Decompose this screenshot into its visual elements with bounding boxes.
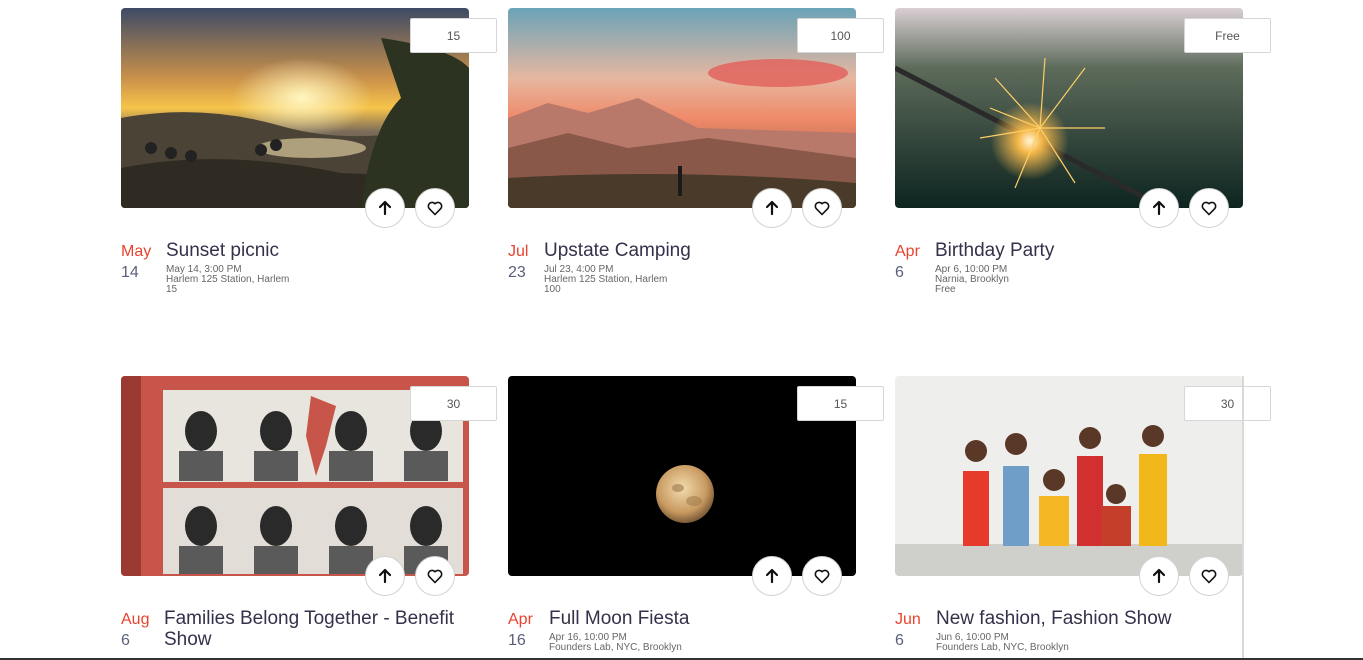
event-cost: 100 bbox=[544, 284, 561, 295]
heart-icon bbox=[1201, 201, 1217, 216]
arrow-up-icon bbox=[378, 568, 392, 584]
price-tag: 15 bbox=[410, 18, 497, 53]
event-card[interactable]: 100 Jul 23 Upstate Camping Jul 23, 4:00 … bbox=[508, 8, 884, 320]
price-tag: 100 bbox=[797, 18, 884, 53]
upvote-button[interactable] bbox=[752, 556, 792, 596]
event-photo[interactable]: 30 bbox=[121, 376, 497, 596]
event-title[interactable]: Upstate Camping bbox=[544, 240, 854, 261]
upvote-button[interactable] bbox=[365, 556, 405, 596]
event-day: 6 bbox=[895, 264, 904, 281]
favorite-button[interactable] bbox=[1189, 556, 1229, 596]
event-meta: May 14, 3:00 PM Harlem 125 Station, Harl… bbox=[166, 265, 466, 295]
event-location: Harlem 125 Station, Harlem bbox=[166, 274, 290, 285]
upvote-button[interactable] bbox=[1139, 556, 1179, 596]
event-month: Apr bbox=[508, 611, 533, 628]
event-month: Apr bbox=[895, 243, 920, 260]
event-date: May 14 bbox=[121, 243, 161, 285]
price-tag: Free bbox=[1184, 18, 1271, 53]
event-title[interactable]: Full Moon Fiesta bbox=[549, 608, 854, 629]
event-photo[interactable]: 15 bbox=[121, 8, 497, 228]
event-photo[interactable]: 100 bbox=[508, 8, 884, 228]
heart-icon bbox=[814, 569, 830, 584]
event-day: 14 bbox=[121, 264, 139, 281]
favorite-button[interactable] bbox=[802, 556, 842, 596]
event-title[interactable]: Sunset picnic bbox=[166, 240, 466, 261]
favorite-button[interactable] bbox=[1189, 188, 1229, 228]
divider bbox=[1242, 376, 1244, 660]
event-date: Jun 6 bbox=[895, 611, 935, 653]
event-card[interactable]: 30 Jun 6 New fashion, Fashion Show Jun 6… bbox=[895, 376, 1271, 660]
event-location: Founders Lab, NYC, Brooklyn bbox=[936, 642, 1069, 653]
arrow-up-icon bbox=[378, 200, 392, 216]
event-day: 6 bbox=[121, 632, 130, 649]
heart-icon bbox=[427, 201, 443, 216]
arrow-up-icon bbox=[1152, 200, 1166, 216]
favorite-button[interactable] bbox=[802, 188, 842, 228]
event-date: Aug 6 bbox=[121, 611, 161, 653]
price-tag: 15 bbox=[797, 386, 884, 421]
event-meta: Apr 6, 10:00 PM Narnia, Brooklyn Free bbox=[935, 265, 1240, 295]
event-cost: 15 bbox=[166, 284, 178, 295]
event-location: Founders Lab, NYC, Brooklyn bbox=[549, 642, 682, 653]
upvote-button[interactable] bbox=[752, 188, 792, 228]
event-month: May bbox=[121, 243, 152, 260]
arrow-up-icon bbox=[765, 568, 779, 584]
event-day: 16 bbox=[508, 632, 526, 649]
event-photo[interactable]: Free bbox=[895, 8, 1271, 228]
event-card[interactable]: Free Apr 6 Birthday Party Apr 6, 10:00 P… bbox=[895, 8, 1271, 320]
heart-icon bbox=[427, 569, 443, 584]
event-location: Harlem 125 Station, Harlem bbox=[544, 274, 668, 285]
heart-icon bbox=[814, 201, 830, 216]
event-month: Jul bbox=[508, 243, 529, 260]
event-card[interactable]: 30 Aug 6 Families Belong Together - Bene… bbox=[121, 376, 497, 660]
event-meta: Jun 6, 10:00 PM Founders Lab, NYC, Brook… bbox=[936, 633, 1241, 653]
event-date: Apr 6 bbox=[895, 243, 935, 285]
event-title[interactable]: New fashion, Fashion Show bbox=[936, 608, 1241, 629]
heart-icon bbox=[1201, 569, 1217, 584]
event-date: Apr 16 bbox=[508, 611, 548, 653]
favorite-button[interactable] bbox=[415, 556, 455, 596]
event-cost: Free bbox=[935, 284, 956, 295]
arrow-up-icon bbox=[1152, 568, 1166, 584]
event-location: Narnia, Brooklyn bbox=[935, 274, 1009, 285]
event-card[interactable]: 15 Apr 16 Full Moon Fiesta Apr 16, 10:00… bbox=[508, 376, 884, 660]
event-month: Jun bbox=[895, 611, 921, 628]
event-photo[interactable]: 30 bbox=[895, 376, 1271, 596]
event-meta: Jul 23, 4:00 PM Harlem 125 Station, Harl… bbox=[544, 265, 854, 295]
event-card[interactable]: 15 May 14 Sunset picnic May 14, 3:00 PM … bbox=[121, 8, 497, 320]
event-title[interactable]: Families Belong Together - Benefit Show bbox=[164, 608, 469, 650]
favorite-button[interactable] bbox=[415, 188, 455, 228]
upvote-button[interactable] bbox=[1139, 188, 1179, 228]
event-title[interactable]: Birthday Party bbox=[935, 240, 1240, 261]
arrow-up-icon bbox=[765, 200, 779, 216]
event-meta: Apr 16, 10:00 PM Founders Lab, NYC, Broo… bbox=[549, 633, 854, 653]
price-tag: 30 bbox=[410, 386, 497, 421]
upvote-button[interactable] bbox=[365, 188, 405, 228]
event-month: Aug bbox=[121, 611, 150, 628]
event-date: Jul 23 bbox=[508, 243, 548, 285]
event-day: 6 bbox=[895, 632, 904, 649]
price-tag: 30 bbox=[1184, 386, 1271, 421]
event-photo[interactable]: 15 bbox=[508, 376, 884, 596]
event-day: 23 bbox=[508, 264, 526, 281]
